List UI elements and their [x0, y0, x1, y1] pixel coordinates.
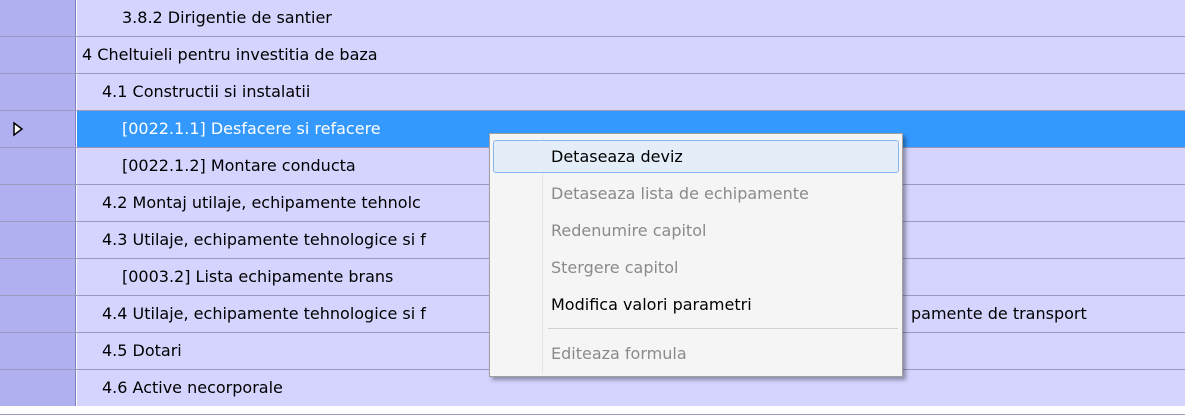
row-indicator[interactable]: [0, 296, 76, 332]
row-indicator[interactable]: [0, 0, 76, 36]
row-indicator[interactable]: [0, 148, 76, 184]
row-label: 3.8.2 Dirigentie de santier: [77, 0, 1185, 36]
row-indicator[interactable]: [0, 111, 76, 147]
menu-item-detaseaza-lista-echipamente[interactable]: Detaseaza lista de echipamente: [493, 177, 899, 210]
menu-item-redenumire-capitol[interactable]: Redenumire capitol: [493, 214, 899, 247]
row-pointer-icon: [13, 121, 24, 137]
row-indicator[interactable]: [0, 185, 76, 221]
row-indicator[interactable]: [0, 370, 76, 406]
menu-item-stergere-capitol[interactable]: Stergere capitol: [493, 251, 899, 284]
row-indicator[interactable]: [0, 222, 76, 258]
grid-row[interactable]: 4 Cheltuieli pentru investitia de baza: [0, 37, 1185, 74]
row-indicator[interactable]: [0, 333, 76, 369]
menu-separator: [548, 328, 898, 329]
grid-row[interactable]: 3.8.2 Dirigentie de santier: [0, 0, 1185, 37]
context-menu: Detaseaza deviz Detaseaza lista de echip…: [489, 133, 903, 377]
grid-row[interactable]: 4.1 Constructii si instalatii: [0, 74, 1185, 111]
menu-item-editeaza-formula[interactable]: Editeaza formula: [493, 337, 899, 370]
menu-item-modifica-valori-parametri[interactable]: Modifica valori parametri: [493, 288, 899, 321]
row-label: 4.1 Constructii si instalatii: [77, 74, 1185, 110]
row-label-tail: pamente de transport: [911, 304, 1087, 323]
menu-item-detaseaza-deviz[interactable]: Detaseaza deviz: [493, 140, 899, 173]
row-label: 4 Cheltuieli pentru investitia de baza: [77, 37, 1185, 73]
row-indicator[interactable]: [0, 259, 76, 295]
row-indicator[interactable]: [0, 37, 76, 73]
row-indicator[interactable]: [0, 74, 76, 110]
